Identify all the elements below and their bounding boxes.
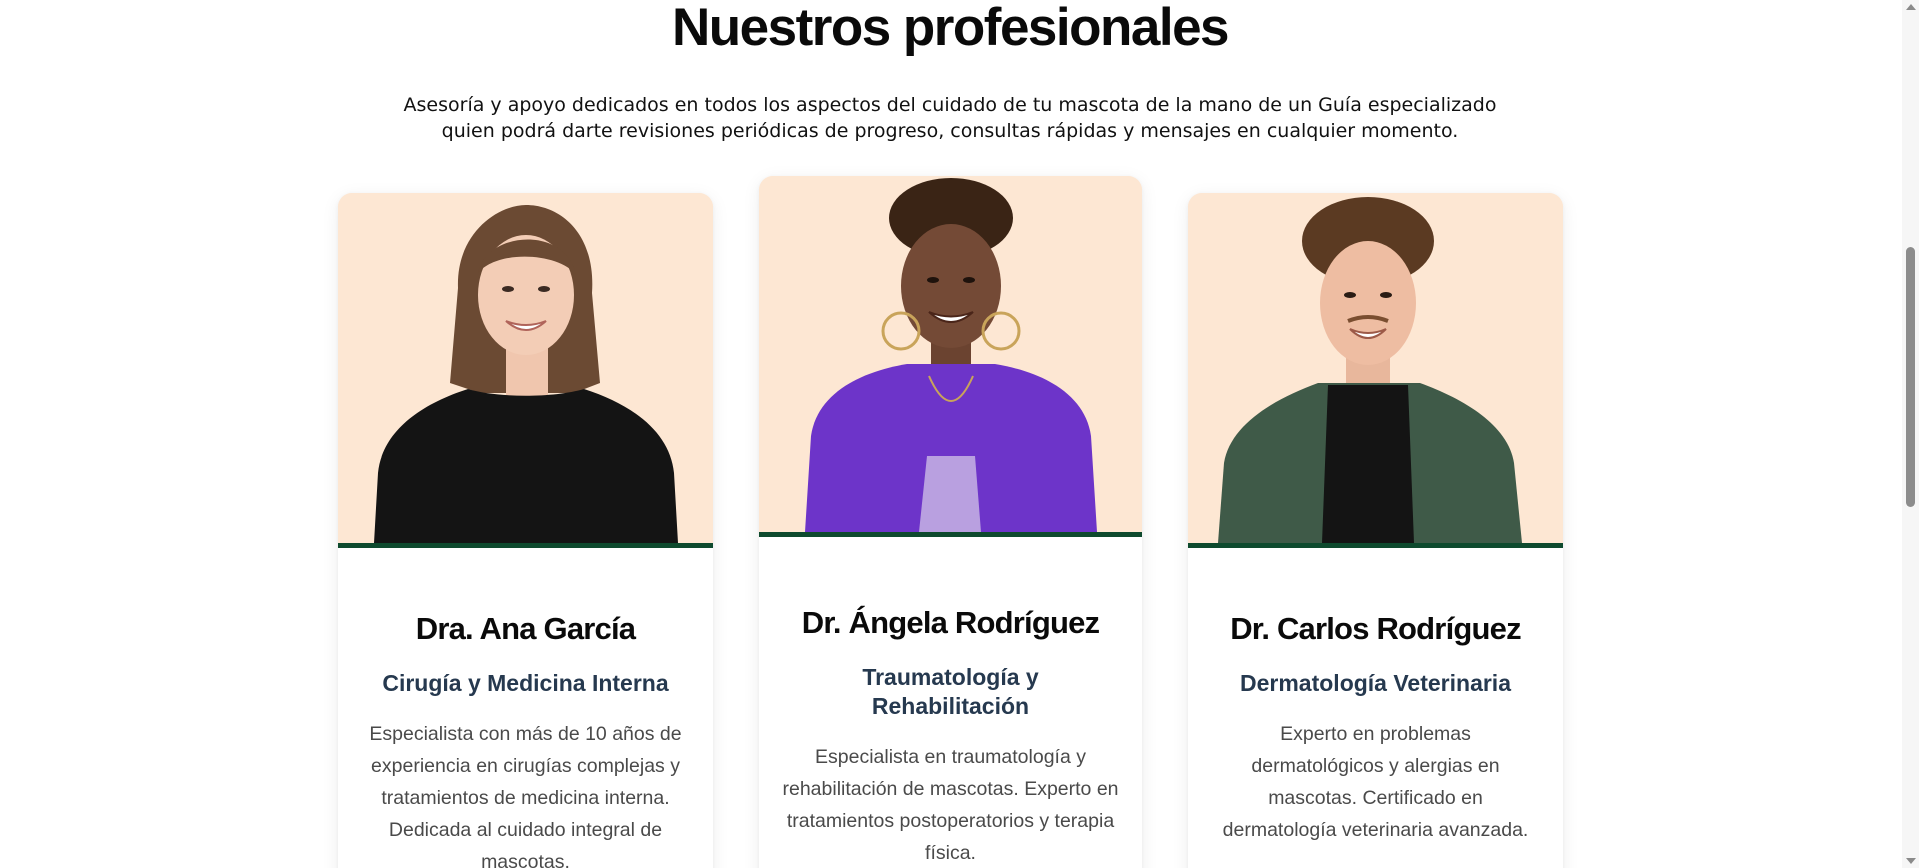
professional-photo [1188,193,1563,548]
professional-card-carlos-rodriguez: Dr. Carlos Rodríguez Dermatología Veteri… [1188,193,1563,868]
professional-name: Dr. Carlos Rodríguez [1230,611,1521,646]
professional-name: Dr. Ángela Rodríguez [801,605,1100,640]
professional-photo [759,176,1142,537]
professional-name: Dra. Ana García [415,611,636,646]
vertical-scrollbar[interactable] [1902,0,1919,868]
portrait-man-green-jacket [1188,193,1563,543]
section-title: Nuestros profesionales [671,0,1230,57]
professional-photo [338,193,713,548]
professional-card-angela-rodriguez: Dr. Ángela Rodríguez Traumatología y Reh… [759,176,1142,868]
portrait-woman-black-shirt [338,193,713,543]
professional-description: Especialista en traumatología y rehabili… [782,746,1119,864]
professional-card-ana-garcia: Dra. Ana García Cirugía y Medicina Inter… [338,193,713,868]
portrait-woman-purple-shirt [759,176,1142,532]
scroll-down-arrow-icon[interactable] [1906,858,1916,864]
page: Nuestros profesionales Asesoría y apoyo … [0,0,1919,868]
professional-description: Experto en problemas dermatológicos y al… [1222,723,1529,841]
professional-specialty: Dermatología Veterinaria [1240,670,1511,696]
scroll-up-arrow-icon[interactable] [1906,4,1916,10]
professional-description: Especialista con más de 10 años de exper… [369,723,682,868]
section-subtitle: Asesoría y apoyo dedicados en todos los … [403,94,1497,142]
professional-specialty: Traumatología y Rehabilitación [862,664,1039,719]
professional-specialty: Cirugía y Medicina Interna [382,670,669,696]
scrollbar-thumb[interactable] [1906,247,1915,507]
